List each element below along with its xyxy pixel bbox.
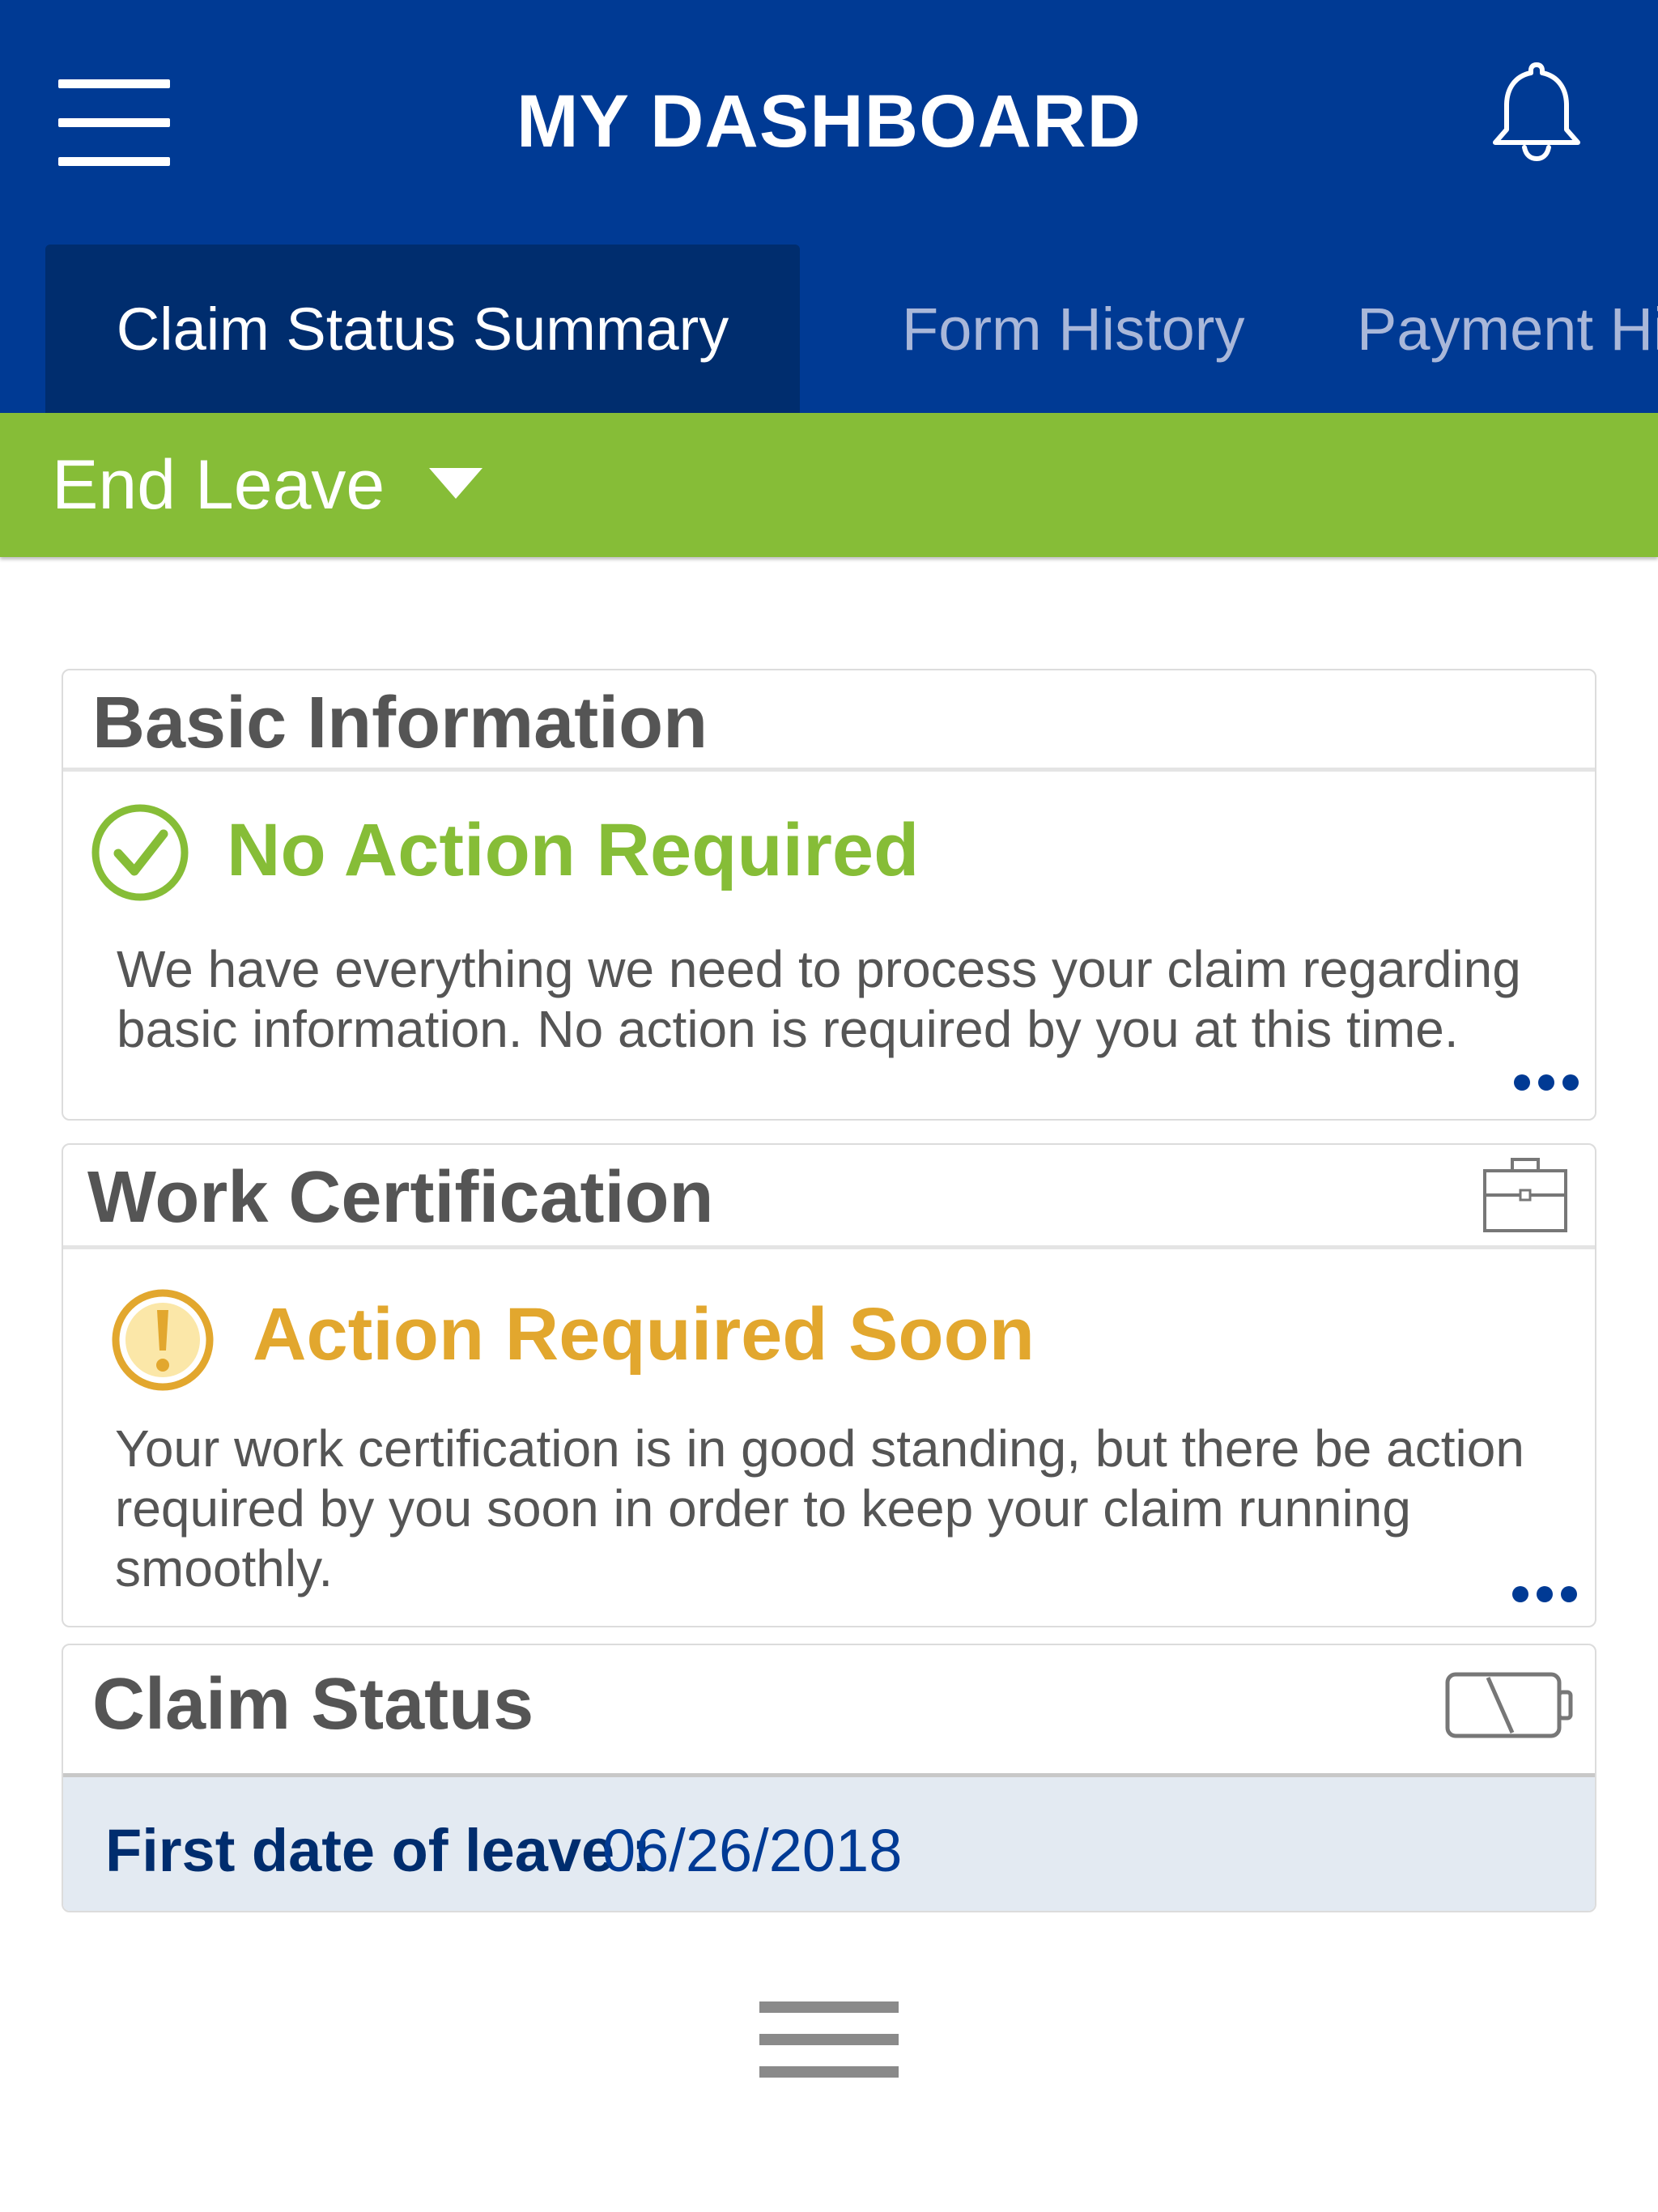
status-action-required-soon: Action Required Soon: [253, 1293, 1035, 1376]
page-title: MY DASHBOARD: [517, 80, 1141, 163]
work-certification-card: Work Certification Action Required Soon …: [62, 1143, 1596, 1627]
tab-payment-history[interactable]: Payment His: [1357, 245, 1658, 413]
status-no-action-required: No Action Required: [227, 809, 920, 891]
first-date-of-leave-value: 06/26/2018: [602, 1817, 903, 1884]
card-title: Claim Status: [92, 1664, 534, 1745]
tab-claim-status-summary[interactable]: Claim Status Summary: [45, 245, 800, 413]
check-circle-icon: [91, 804, 189, 901]
end-leave-dropdown[interactable]: End Leave: [0, 413, 1658, 557]
drag-handle-icon[interactable]: [759, 2001, 899, 2082]
divider: [63, 768, 1595, 772]
briefcase-icon[interactable]: [1482, 1155, 1569, 1234]
work-cert-description: Your work certification is in good stand…: [115, 1419, 1524, 1597]
first-date-of-leave-row: First date of leave : 06/26/2018: [63, 1773, 1595, 1911]
exclamation-circle-icon: [112, 1289, 214, 1391]
more-dots-icon[interactable]: [1514, 1070, 1579, 1095]
card-title: Work Certification: [87, 1157, 714, 1238]
app-header: MY DASHBOARD Claim Status Summary Form H…: [0, 0, 1658, 413]
end-leave-label: End Leave: [52, 446, 385, 524]
claim-status-card: Claim Status First date of leave : 06/26…: [62, 1644, 1596, 1912]
bell-icon[interactable]: [1484, 58, 1589, 164]
basic-information-card: Basic Information No Action Required We …: [62, 669, 1596, 1121]
battery-icon[interactable]: [1444, 1670, 1574, 1741]
divider: [63, 1245, 1595, 1249]
basic-info-description: We have everything we need to process yo…: [117, 940, 1521, 1058]
more-dots-icon[interactable]: [1512, 1582, 1577, 1606]
first-date-of-leave-label: First date of leave :: [105, 1817, 652, 1884]
tab-form-history[interactable]: Form History: [902, 245, 1244, 413]
card-title: Basic Information: [92, 683, 708, 764]
triangle-down-icon[interactable]: [429, 468, 483, 499]
